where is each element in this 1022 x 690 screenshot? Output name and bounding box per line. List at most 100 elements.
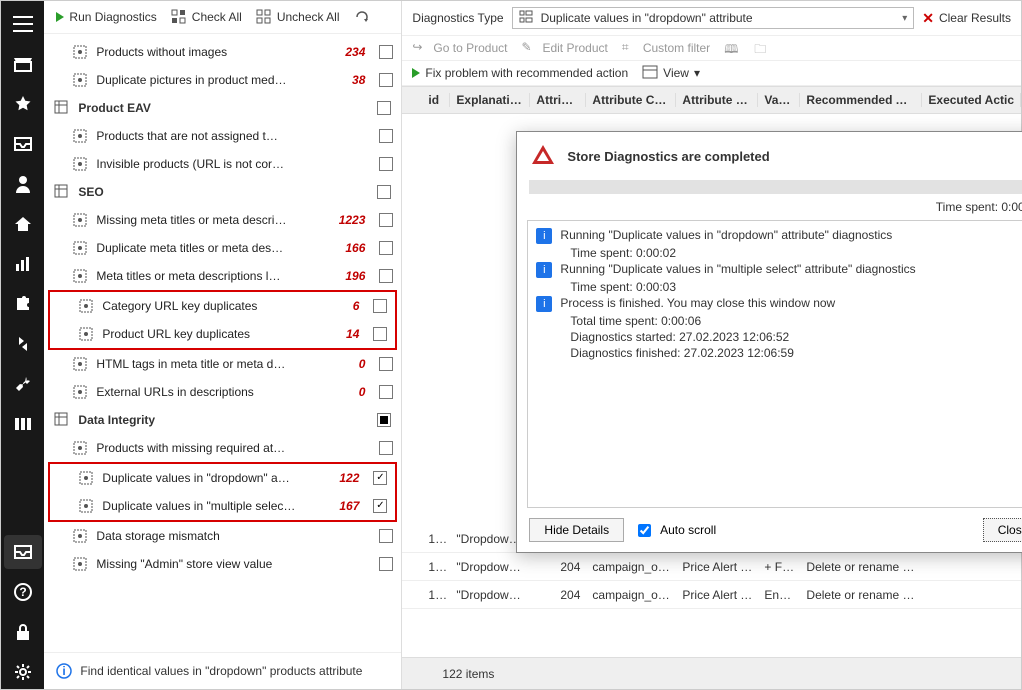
item-checkbox[interactable]	[379, 557, 393, 571]
bookmark-plus-icon: 🕮	[724, 40, 740, 56]
item-checkbox[interactable]	[379, 441, 393, 455]
uncheck-all-button[interactable]: Uncheck All	[252, 7, 344, 27]
tree-section[interactable]: Data Integrity	[44, 406, 401, 434]
columns-icon[interactable]	[4, 407, 42, 441]
play-icon	[56, 12, 64, 22]
col-executed[interactable]: Executed Actic	[922, 93, 1021, 107]
results-subtoolbar: ↪ Go to Product ✎ Edit Product ⌗ Custom …	[402, 36, 1021, 61]
user-icon[interactable]	[4, 167, 42, 201]
view-dropdown[interactable]: View ▾	[642, 65, 700, 81]
store-icon[interactable]	[4, 47, 42, 81]
tree-item[interactable]: Category URL key duplicates 6	[50, 292, 395, 320]
tree-item[interactable]: Invisible products (URL is not cor…	[44, 150, 401, 178]
go-to-product-button[interactable]: ↪ Go to Product	[412, 40, 507, 56]
puzzle-icon[interactable]	[4, 287, 42, 321]
refresh-button[interactable]	[350, 7, 374, 27]
dialog-log[interactable]: iRunning "Duplicate values in "dropdown"…	[527, 220, 1022, 508]
grid-row[interactable]: 1…"Dropdown…204campaign_opti…Price Alert…	[402, 581, 1021, 609]
item-count: 234	[321, 45, 365, 59]
item-checkbox[interactable]	[373, 499, 387, 513]
close-icon: ✕	[922, 10, 934, 27]
wrench-icon[interactable]	[4, 367, 42, 401]
item-icon	[72, 128, 88, 144]
item-checkbox[interactable]	[373, 471, 387, 485]
grid-row[interactable]: 1…"Dropdown…204campaign_opti…Price Alert…	[402, 553, 1021, 581]
col-attribute-name[interactable]: Attribute Na…	[676, 93, 758, 107]
sync-icon[interactable]	[4, 327, 42, 361]
cell-value: Ends …	[758, 588, 800, 602]
diagnostics-icon[interactable]	[4, 535, 42, 569]
check-all-icon	[171, 9, 187, 25]
lock-icon[interactable]	[4, 615, 42, 649]
cell-name: Price Alert Type	[676, 588, 758, 602]
menu-icon[interactable]	[4, 7, 42, 41]
item-checkbox[interactable]	[379, 157, 393, 171]
help-icon[interactable]: ?	[4, 575, 42, 609]
col-recommended[interactable]: Recommended Action	[800, 93, 922, 107]
tree-item[interactable]: External URLs in descriptions0	[44, 378, 401, 406]
fix-problem-button[interactable]: Fix problem with recommended action	[412, 66, 628, 80]
tree-item[interactable]: Missing meta titles or meta descri…1223	[44, 206, 401, 234]
section-checkbox[interactable]	[377, 185, 391, 199]
diag-type-label: Diagnostics Type	[412, 11, 503, 25]
item-checkbox[interactable]	[379, 213, 393, 227]
item-label: Duplicate values in "multiple selec…	[102, 499, 307, 513]
item-label: Meta titles or meta descriptions l…	[96, 269, 313, 283]
tree-section[interactable]: Product EAV	[44, 94, 401, 122]
tree-item[interactable]: Product URL key duplicates14	[50, 320, 395, 348]
item-label: Duplicate meta titles or meta des…	[96, 241, 313, 255]
tree-item[interactable]: Duplicate values in "multiple selec…167	[50, 492, 395, 520]
item-checkbox[interactable]	[379, 129, 393, 143]
tree-item[interactable]: Duplicate pictures in product med…38	[44, 66, 401, 94]
clear-results-button[interactable]: ✕ Clear Results	[922, 10, 1011, 27]
col-explanation[interactable]: Explanation	[450, 93, 530, 107]
item-label: Category URL key duplicates	[102, 299, 307, 313]
section-checkbox[interactable]	[377, 101, 391, 115]
item-icon	[72, 72, 88, 88]
tree-item[interactable]: Missing "Admin" store view value	[44, 550, 401, 578]
tree-item[interactable]: HTML tags in meta title or meta d…0	[44, 350, 401, 378]
col-attribute-code[interactable]: Attribute Code	[586, 93, 676, 107]
bookmark-remove-button[interactable]: 🗀	[754, 40, 770, 56]
item-checkbox[interactable]	[379, 385, 393, 399]
check-all-button[interactable]: Check All	[167, 7, 246, 27]
diagnostics-tree[interactable]: Products without images234Duplicate pict…	[44, 34, 401, 652]
item-checkbox[interactable]	[373, 327, 387, 341]
item-checkbox[interactable]	[379, 241, 393, 255]
tree-item[interactable]: Products with missing required at…	[44, 434, 401, 462]
diag-type-combo[interactable]: Duplicate values in "dropdown" attribute…	[512, 7, 915, 29]
section-checkbox[interactable]	[377, 413, 391, 427]
item-checkbox[interactable]	[373, 299, 387, 313]
col-value[interactable]: Value	[758, 93, 800, 107]
chart-icon[interactable]	[4, 247, 42, 281]
edit-product-button[interactable]: ✎ Edit Product	[521, 40, 607, 56]
hide-details-button[interactable]: Hide Details	[529, 518, 624, 542]
item-checkbox[interactable]	[379, 73, 393, 87]
bookmark-add-button[interactable]: 🕮	[724, 40, 740, 56]
item-checkbox[interactable]	[379, 45, 393, 59]
item-count: 6	[315, 299, 359, 313]
log-line: iRunning "Duplicate values in "multiple …	[536, 261, 1022, 279]
item-checkbox[interactable]	[379, 269, 393, 283]
tree-item[interactable]: Meta titles or meta descriptions l…196	[44, 262, 401, 290]
tree-section[interactable]: SEO	[44, 178, 401, 206]
tree-item[interactable]: Products that are not assigned t…	[44, 122, 401, 150]
gear-icon[interactable]	[4, 655, 42, 689]
tree-item[interactable]: Duplicate meta titles or meta des…166	[44, 234, 401, 262]
col-attribute[interactable]: Attribut…	[530, 93, 586, 107]
tree-item[interactable]: Duplicate values in "dropdown" a…122	[50, 464, 395, 492]
item-checkbox[interactable]	[379, 529, 393, 543]
home-icon[interactable]	[4, 207, 42, 241]
auto-scroll-checkbox[interactable]: Auto scroll	[634, 521, 716, 540]
tree-info-text: Find identical values in "dropdown" prod…	[80, 664, 362, 678]
close-button[interactable]: Close	[983, 518, 1022, 542]
run-diagnostics-button[interactable]: Run Diagnostics	[52, 8, 160, 26]
col-id[interactable]: id	[422, 93, 450, 107]
star-icon[interactable]	[4, 87, 42, 121]
auto-scroll-input[interactable]	[638, 524, 651, 537]
tree-item[interactable]: Products without images234	[44, 38, 401, 66]
custom-filter-button[interactable]: ⌗ Custom filter	[622, 40, 710, 56]
item-checkbox[interactable]	[379, 357, 393, 371]
tree-item[interactable]: Data storage mismatch	[44, 522, 401, 550]
inbox-icon[interactable]	[4, 127, 42, 161]
